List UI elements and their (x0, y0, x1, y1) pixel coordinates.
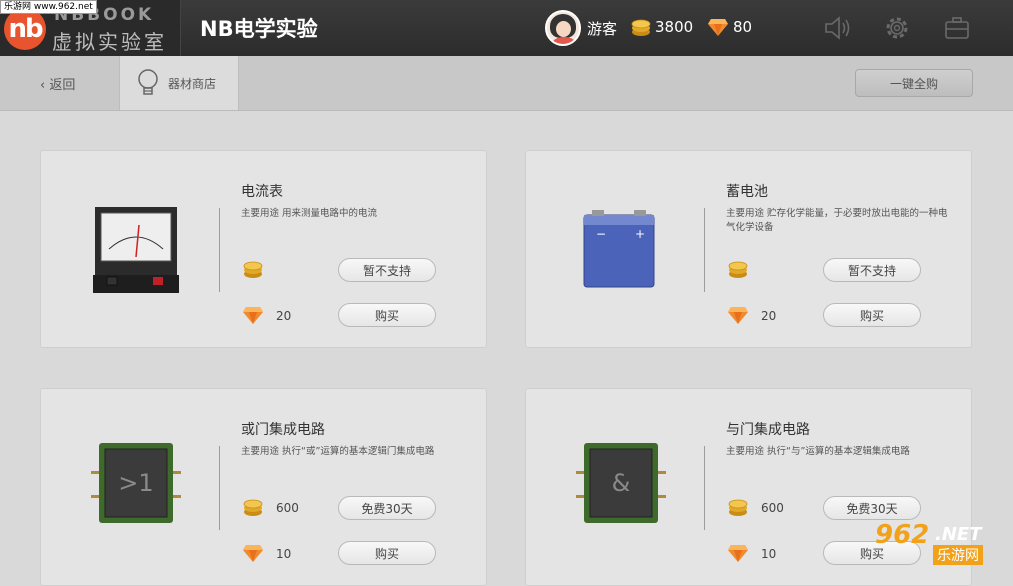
back-button[interactable]: ‹ 返回 (40, 74, 75, 93)
gem-icon (708, 19, 728, 36)
gem-icon (243, 545, 263, 562)
unsupported-button[interactable]: 暂不支持 (338, 258, 436, 282)
user-name[interactable]: 游客 (587, 18, 617, 39)
coin-icon (243, 261, 263, 278)
buy-button[interactable]: 购买 (338, 541, 436, 565)
unsupported-button[interactable]: 暂不支持 (823, 258, 921, 282)
gem-price: 20 (276, 309, 292, 323)
card-divider (704, 208, 705, 292)
coin-balance: 3800 (655, 18, 694, 36)
chip-symbol-or: >1 (118, 469, 153, 497)
item-description: 主要用途 执行“与”运算的基本逻辑集成电路 (726, 446, 910, 457)
buy-button[interactable]: 购买 (338, 303, 436, 327)
free-trial-button[interactable]: 免费30天 (338, 496, 436, 520)
card-divider (219, 446, 220, 530)
item-title: 电流表 (241, 184, 283, 200)
watermark-number: 962 (875, 520, 930, 550)
battery-minus-sign: − (596, 227, 606, 241)
gem-icon (243, 307, 263, 324)
app-title: NB电学实验 (200, 17, 318, 41)
user-avatar[interactable] (545, 10, 581, 46)
battery-image: − + (583, 210, 655, 288)
gem-balance: 80 (733, 18, 753, 36)
watermark-net: .NET (935, 524, 982, 545)
buy-button[interactable]: 购买 (823, 303, 921, 327)
tab-label: 器材商店 (168, 77, 217, 91)
gear-icon[interactable] (882, 13, 912, 43)
site-watermark: 962 .NET 乐游网 (875, 518, 1010, 566)
item-card-ammeter: 电流表 主要用途 用来测量电路中的电流 20 暂不支持 购买 (40, 150, 487, 348)
store-subbar: ‹ 返回 器材商店 一键全购 (0, 56, 1013, 111)
item-card-battery: − + 蓄电池 主要用途 贮存化学能量，于必要时放出电能的一种电气化学设备 20… (525, 150, 972, 348)
chevron-left-icon: ‹ (40, 78, 46, 93)
item-card-or-gate: >1 或门集成电路 主要用途 执行“或”运算的基本逻辑门集成电路 600 10 … (40, 388, 487, 586)
buy-all-button[interactable]: 一键全购 (855, 69, 973, 97)
watermark-name: 乐游网 (933, 545, 983, 565)
top-bar: nb NBBOOK 虚拟实验室 乐游网 www.962.net NB电学实验 游… (0, 0, 1013, 56)
item-title: 或门集成电路 (241, 422, 325, 438)
site-watermark-tag: 乐游网 www.962.net (0, 0, 97, 14)
coin-price: 600 (761, 501, 784, 515)
coin-price: 600 (276, 501, 299, 515)
or-gate-chip-image: >1 (91, 443, 181, 523)
gem-price: 20 (761, 309, 777, 323)
item-title: 与门集成电路 (726, 422, 810, 438)
tab-equipment-store[interactable]: 器材商店 (119, 56, 239, 110)
chip-symbol-and: & (612, 469, 631, 497)
gem-price: 10 (761, 547, 777, 561)
item-title: 蓄电池 (726, 184, 768, 200)
and-gate-chip-image: & (576, 443, 666, 523)
back-label: 返回 (49, 78, 76, 93)
battery-plus-sign: + (635, 227, 645, 241)
gem-icon (728, 545, 748, 562)
gem-icon (728, 307, 748, 324)
gem-price: 10 (276, 547, 292, 561)
coin-icon (243, 499, 263, 516)
coin-icon (728, 261, 748, 278)
card-divider (219, 208, 220, 292)
speaker-icon[interactable] (822, 13, 852, 43)
coin-icon (631, 19, 651, 36)
ammeter-image (93, 207, 179, 293)
brand-subtitle: 虚拟实验室 (52, 30, 167, 54)
free-trial-button[interactable]: 免费30天 (823, 496, 921, 520)
nb-logo: nb (4, 8, 46, 50)
item-description: 主要用途 执行“或”运算的基本逻辑门集成电路 (241, 446, 435, 457)
item-description: 主要用途 贮存化学能量，于必要时放出电能的一种电气化学设备 (726, 208, 948, 233)
toolbox-icon[interactable] (942, 13, 972, 43)
coin-icon (728, 499, 748, 516)
lightbulb-icon (138, 69, 158, 95)
card-divider (704, 446, 705, 530)
item-description: 主要用途 用来测量电路中的电流 (241, 208, 378, 219)
